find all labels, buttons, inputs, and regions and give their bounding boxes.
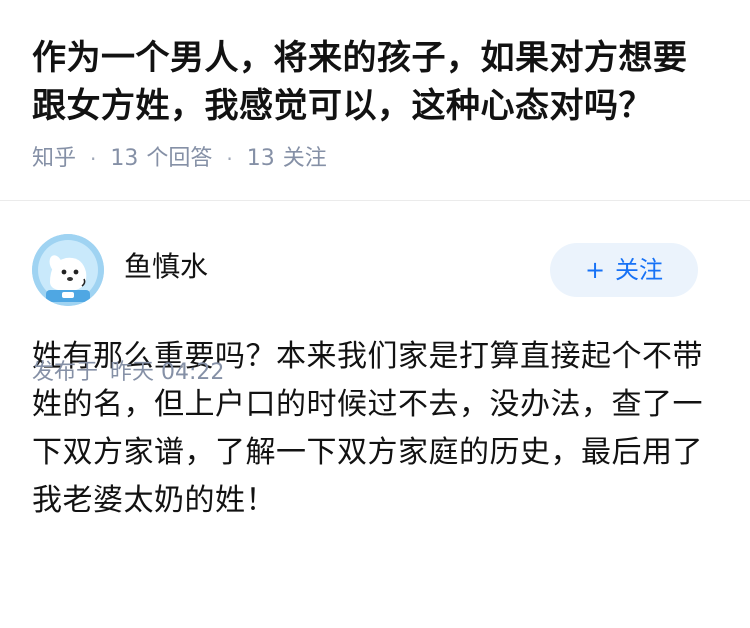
question-header: 作为一个男人，将来的孩子，如果对方想要跟女方姓，我感觉可以，这种心态对吗？ 知乎…	[0, 0, 750, 200]
meta-separator: ·	[226, 147, 233, 171]
avatar[interactable]	[32, 234, 104, 306]
published-label: 发布于	[32, 360, 99, 385]
meta-separator: ·	[90, 147, 97, 171]
published-time-value: 昨天 04:22	[110, 360, 225, 385]
follow-button[interactable]: + 关注	[550, 243, 698, 297]
author-row: 鱼慎水 + 关注	[32, 201, 718, 313]
published-time: 发布于 昨天 04:22	[32, 358, 224, 388]
question-title[interactable]: 作为一个男人，将来的孩子，如果对方想要跟女方姓，我感觉可以，这种心态对吗？	[32, 34, 720, 130]
follow-count: 13	[246, 146, 275, 171]
source-label[interactable]: 知乎	[32, 144, 76, 174]
follow-count-label[interactable]: 关注	[283, 144, 327, 174]
follow-button-label: 关注	[615, 256, 664, 284]
question-meta: 知乎 · 13 个回答 · 13 关注	[32, 144, 720, 174]
plus-icon: +	[584, 256, 606, 284]
answer-count-label[interactable]: 个回答	[146, 144, 212, 174]
author-name[interactable]: 鱼慎水	[124, 249, 208, 285]
answer-count: 13	[110, 146, 139, 171]
cartoon-dog-astronaut-avatar-icon	[32, 234, 104, 306]
